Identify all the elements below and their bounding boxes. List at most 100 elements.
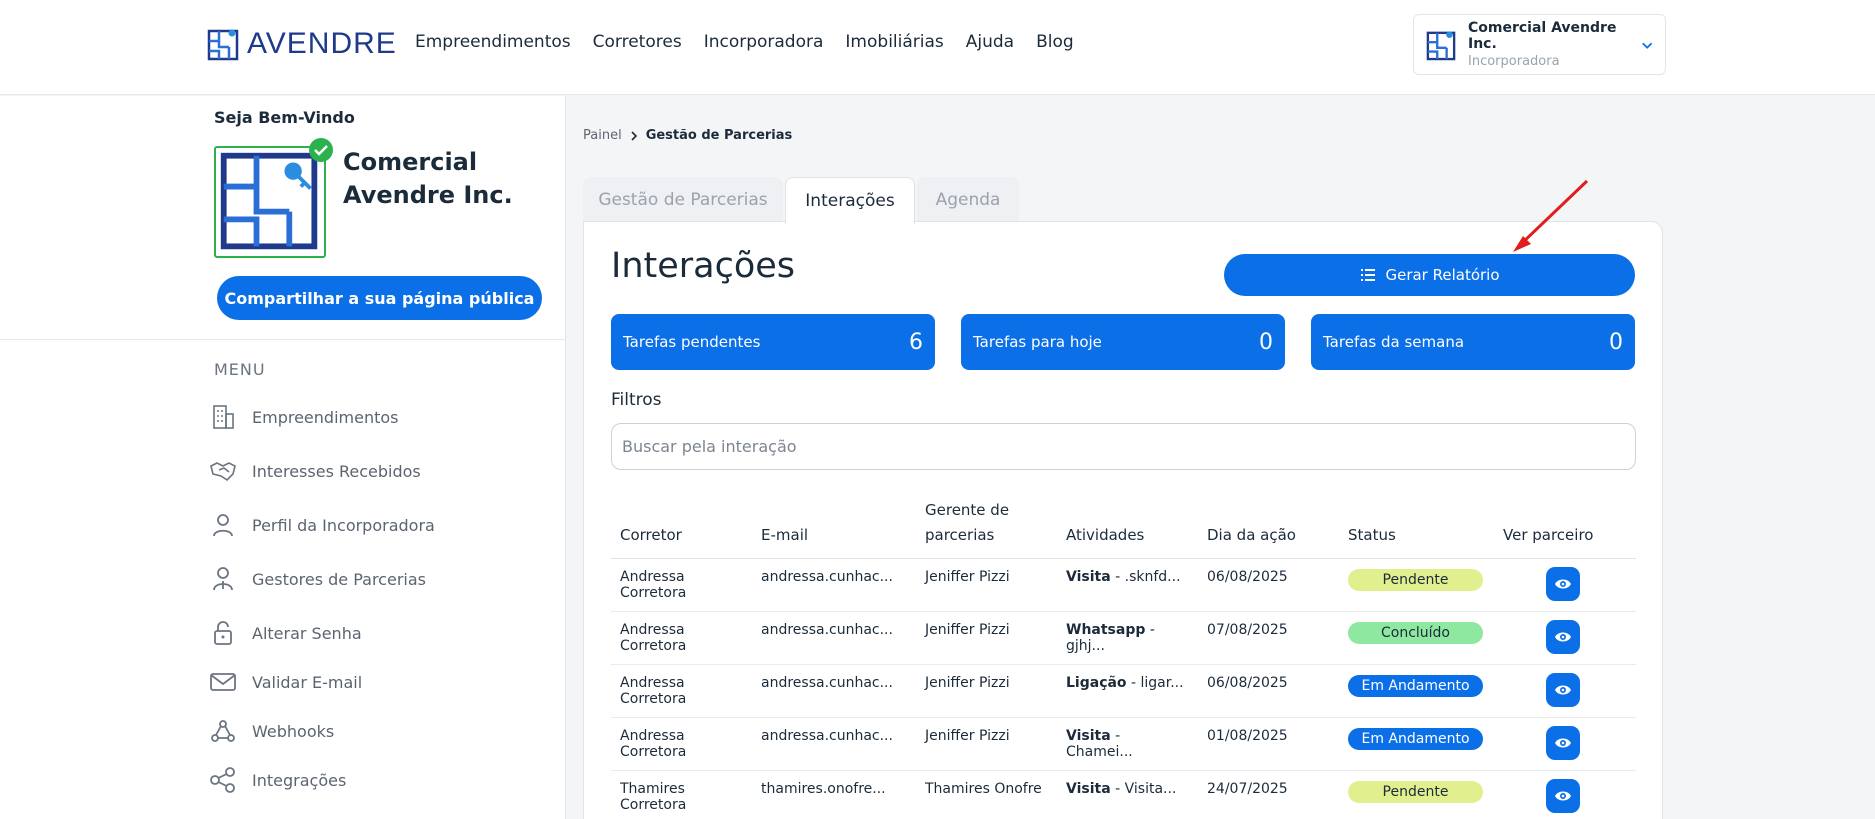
- sidebar-item-label: Alterar Senha: [252, 623, 362, 643]
- sidebar: Seja Bem-Vindo Comercial Avendre Inc. Co…: [0, 96, 566, 819]
- breadcrumb-root[interactable]: Painel: [583, 128, 622, 143]
- sidebar-divider: [0, 339, 566, 340]
- search-input[interactable]: [611, 423, 1636, 470]
- activity-type: Visita: [1066, 569, 1111, 585]
- view-partner-button[interactable]: [1546, 673, 1580, 707]
- sidebar-item-perfil[interactable]: Perfil da Incorporadora: [208, 510, 435, 540]
- tab-agenda[interactable]: Agenda: [917, 177, 1019, 223]
- sidebar-item-gestores[interactable]: Gestores de Parcerias: [208, 564, 426, 594]
- avendre-logo[interactable]: AVENDRE: [207, 27, 397, 61]
- cell-dia: 24/07/2025: [1198, 770, 1339, 819]
- cell-ver-parceiro: [1494, 611, 1636, 665]
- col-atividades[interactable]: Atividades: [1057, 498, 1198, 559]
- stat-label: Tarefas para hoje: [973, 333, 1102, 351]
- sidebar-item-label: Validar E-mail: [252, 672, 363, 692]
- cell-atividade: Visita - .sknfd...: [1057, 558, 1198, 612]
- sidebar-item-alterar-senha[interactable]: Alterar Senha: [208, 618, 362, 648]
- sidebar-item-webhooks[interactable]: Webhooks: [208, 716, 334, 746]
- company-name: Comercial Avendre Inc.: [343, 148, 513, 209]
- stat-label: Tarefas pendentes: [623, 333, 761, 351]
- cell-email: andressa.cunhac...: [752, 611, 916, 665]
- stat-value: 0: [1609, 329, 1623, 355]
- view-partner-button[interactable]: [1546, 779, 1580, 813]
- account-info: Comercial Avendre Inc. Incorporadora: [1468, 20, 1629, 69]
- activity-type: Visita: [1066, 781, 1111, 797]
- breadcrumb: Painel Gestão de Parcerias: [583, 128, 792, 143]
- page-title: Interações: [611, 246, 796, 286]
- list-icon: [1361, 269, 1376, 281]
- tab-interacoes[interactable]: Interações: [785, 177, 915, 224]
- cell-dia: 07/08/2025: [1198, 611, 1339, 665]
- table-row: Andressa Corretora andressa.cunhac... Jeni…: [611, 611, 1636, 665]
- table-row: Andressa Corretora andressa.cunhac... Jeni…: [611, 558, 1636, 612]
- activity-type: Whatsapp: [1066, 622, 1146, 638]
- account-switcher[interactable]: Comercial Avendre Inc. Incorporadora: [1413, 14, 1666, 75]
- account-name: Comercial Avendre Inc.: [1468, 20, 1617, 52]
- sidebar-item-interesses[interactable]: Interesses Recebidos: [208, 456, 421, 486]
- nav-corretores[interactable]: Corretores: [593, 32, 682, 52]
- main-nav: Empreendimentos Corretores Incorporadora…: [415, 32, 1074, 52]
- sidebar-item-validar-email[interactable]: Validar E-mail: [208, 667, 362, 697]
- cell-atividade: Visita - Chamei...: [1057, 717, 1198, 771]
- col-corretor[interactable]: Corretor: [611, 498, 752, 559]
- nav-imobiliarias[interactable]: Imobiliárias: [845, 32, 943, 52]
- status-badge: Em Andamento: [1348, 675, 1483, 697]
- share-public-page-button[interactable]: Compartilhar a sua página pública: [217, 276, 542, 320]
- cell-dia: 06/08/2025: [1198, 664, 1339, 718]
- sidebar-item-label: Integrações: [252, 770, 347, 790]
- view-partner-button[interactable]: [1546, 620, 1580, 654]
- tab-gestao-parcerias[interactable]: Gestão de Parcerias: [583, 177, 783, 223]
- generate-report-button[interactable]: Gerar Relatório: [1224, 254, 1635, 296]
- cell-email: andressa.cunhac...: [752, 664, 916, 718]
- chevron-down-icon: [1641, 42, 1652, 49]
- eye-icon: [1555, 791, 1571, 801]
- welcome-text: Seja Bem-Vindo: [214, 108, 355, 127]
- webhook-icon: [211, 720, 235, 742]
- status-badge: Em Andamento: [1348, 728, 1483, 750]
- status-badge: Pendente: [1348, 569, 1483, 591]
- cell-atividade: Visita - Visita...: [1057, 770, 1198, 819]
- stat-value: 6: [909, 329, 923, 355]
- sidebar-item-label: Webhooks: [252, 721, 335, 741]
- sidebar-item-empreendimentos[interactable]: Empreendimentos: [208, 402, 398, 432]
- cell-gerente: Jeniffer Pizzi: [916, 664, 1057, 718]
- sidebar-item-integracoes[interactable]: Integrações: [208, 765, 346, 795]
- cell-gerente: Jeniffer Pizzi: [916, 717, 1057, 771]
- col-status[interactable]: Status: [1339, 498, 1494, 559]
- view-partner-button[interactable]: [1546, 567, 1580, 601]
- nav-ajuda[interactable]: Ajuda: [966, 32, 1014, 52]
- eye-icon: [1555, 632, 1571, 642]
- stat-tarefas-pendentes: Tarefas pendentes 6: [611, 314, 935, 370]
- nav-blog[interactable]: Blog: [1036, 32, 1074, 52]
- nav-empreendimentos[interactable]: Empreendimentos: [415, 32, 571, 52]
- sidebar-item-label: Perfil da Incorporadora: [252, 515, 435, 535]
- account-role: Incorporadora: [1468, 54, 1560, 69]
- cell-email: thamires.onofre...: [752, 770, 916, 819]
- activity-desc: - .sknfd...: [1110, 569, 1181, 585]
- handshake-icon: [210, 462, 236, 482]
- table-row: Thamires Corretora thamires.onofre... Tham…: [611, 770, 1636, 819]
- generate-report-label: Gerar Relatório: [1385, 266, 1500, 284]
- verified-badge-icon: [309, 138, 333, 162]
- eye-icon: [1555, 738, 1571, 748]
- cell-corretor: Andressa Corretora: [611, 717, 752, 771]
- table-row: Andressa Corretora andressa.cunhac... Jeni…: [611, 717, 1636, 771]
- activity-type: Ligação: [1066, 675, 1127, 691]
- col-gerente[interactable]: Gerente de parcerias: [916, 498, 1057, 559]
- nav-incorporadora[interactable]: Incorporadora: [704, 32, 824, 52]
- cell-dia: 06/08/2025: [1198, 558, 1339, 612]
- menu-label: MENU: [214, 360, 266, 379]
- col-dia-acao[interactable]: Dia da ação: [1198, 498, 1339, 559]
- sidebar-item-label: Interesses Recebidos: [252, 461, 421, 481]
- filters-title: Filtros: [611, 390, 662, 410]
- cell-dia: 01/08/2025: [1198, 717, 1339, 771]
- company-logo-icon: [1426, 30, 1456, 60]
- col-email[interactable]: E-mail: [752, 498, 916, 559]
- cell-status: Em Andamento: [1339, 664, 1494, 718]
- mail-icon: [210, 673, 236, 691]
- cell-ver-parceiro: [1494, 558, 1636, 612]
- table-row: Andressa Corretora andressa.cunhac... Jeni…: [611, 664, 1636, 718]
- view-partner-button[interactable]: [1546, 726, 1580, 760]
- building-icon: [213, 405, 234, 429]
- cell-atividade: Ligação - ligar...: [1057, 664, 1198, 718]
